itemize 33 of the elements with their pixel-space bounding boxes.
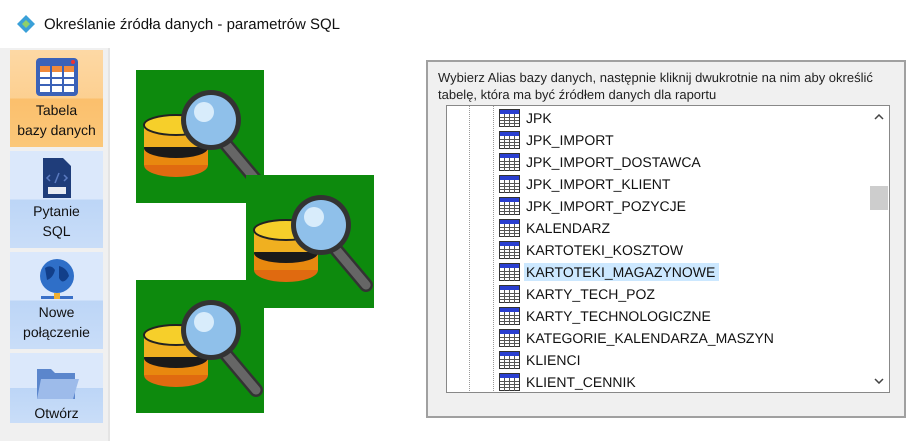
sidebar-button[interactable]: Tabela bazy danych: [10, 50, 103, 147]
tree-item[interactable]: KLIENCI: [524, 351, 584, 369]
sidebar-button[interactable]: Pytanie SQL: [10, 151, 103, 248]
tree-item[interactable]: JPK_IMPORT_DOSTAWCA: [524, 153, 705, 171]
app-icon: [16, 14, 36, 34]
tree-item[interactable]: KARTOTEKI_MAGAZYNOWE: [524, 263, 720, 281]
table-icon: [499, 241, 520, 259]
sidebar-button[interactable]: Otwórz: [10, 353, 103, 423]
table-icon: [499, 153, 520, 171]
tree-item[interactable]: KARTOTEKI_KOSZTOW: [524, 241, 688, 259]
tree-item[interactable]: KLIENT_CENNIK: [524, 373, 640, 391]
table-icon: [499, 219, 520, 237]
table-icon: [499, 131, 520, 149]
tree-item[interactable]: JPK_IMPORT_KLIENT: [524, 175, 674, 193]
instruction-text: Wybierz Alias bazy danych, następnie kliknij dwukrotnie na nim aby określić tabelę, która ma być źródłem danych dla raportu: [438, 69, 873, 103]
tree-item[interactable]: JPK_IMPORT: [524, 131, 618, 149]
window-title: Określanie źródła danych - parametrów SQL: [44, 16, 340, 32]
scroll-thumb[interactable]: [870, 186, 888, 210]
tree-item[interactable]: JPK_IMPORT_POZYCJE: [524, 197, 690, 215]
table-icon: [499, 307, 520, 325]
table-icon: [499, 285, 520, 303]
tree-item[interactable]: KARTY_TECH_POZ: [524, 285, 659, 303]
tree-item[interactable]: KALENDARZ: [524, 219, 614, 237]
tree-item[interactable]: JPK: [524, 109, 556, 127]
table-icon: [499, 351, 520, 369]
table-icon: [499, 197, 520, 215]
tree-item[interactable]: KATEGORIE_KALENDARZA_MASZYN: [524, 329, 778, 347]
table-icon: [499, 263, 520, 281]
table-icon: [499, 109, 520, 127]
sidebar-button[interactable]: Nowe połączenie: [10, 252, 103, 349]
tree-item[interactable]: KARTY_TECHNOLOGICZNE: [524, 307, 715, 325]
table-icon: [499, 329, 520, 347]
table-icon: [499, 175, 520, 193]
